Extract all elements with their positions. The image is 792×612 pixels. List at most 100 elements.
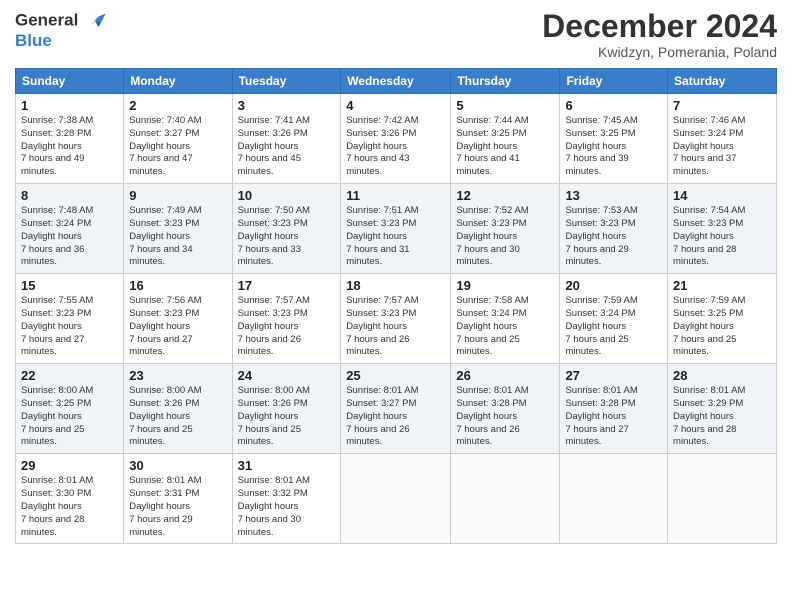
col-header-thursday: Thursday [451, 69, 560, 94]
day-cell: 16 Sunrise: 7:56 AM Sunset: 3:23 PM Dayl… [124, 274, 232, 364]
day-info: Sunrise: 8:01 AM Sunset: 3:29 PM Dayligh… [673, 385, 771, 449]
day-info: Sunrise: 7:57 AM Sunset: 3:23 PM Dayligh… [238, 295, 336, 359]
col-header-sunday: Sunday [16, 69, 124, 94]
day-number: 1 [21, 98, 118, 113]
day-cell: 4 Sunrise: 7:42 AM Sunset: 3:26 PM Dayli… [341, 94, 451, 184]
calendar-table: SundayMondayTuesdayWednesdayThursdayFrid… [15, 68, 777, 544]
logo: General Blue [15, 10, 107, 51]
week-row-5: 29 Sunrise: 8:01 AM Sunset: 3:30 PM Dayl… [16, 454, 777, 544]
day-cell: 2 Sunrise: 7:40 AM Sunset: 3:27 PM Dayli… [124, 94, 232, 184]
day-cell: 26 Sunrise: 8:01 AM Sunset: 3:28 PM Dayl… [451, 364, 560, 454]
day-number: 20 [565, 278, 662, 293]
day-info: Sunrise: 7:44 AM Sunset: 3:25 PM Dayligh… [456, 115, 554, 179]
logo-line2: Blue [15, 32, 107, 51]
day-cell: 20 Sunrise: 7:59 AM Sunset: 3:24 PM Dayl… [560, 274, 668, 364]
day-cell: 21 Sunrise: 7:59 AM Sunset: 3:25 PM Dayl… [668, 274, 777, 364]
day-number: 10 [238, 188, 336, 203]
day-number: 9 [129, 188, 226, 203]
header-row: SundayMondayTuesdayWednesdayThursdayFrid… [16, 69, 777, 94]
day-number: 7 [673, 98, 771, 113]
day-number: 22 [21, 368, 118, 383]
day-info: Sunrise: 8:01 AM Sunset: 3:31 PM Dayligh… [129, 475, 226, 539]
day-info: Sunrise: 8:00 AM Sunset: 3:25 PM Dayligh… [21, 385, 118, 449]
day-cell: 11 Sunrise: 7:51 AM Sunset: 3:23 PM Dayl… [341, 184, 451, 274]
day-cell: 27 Sunrise: 8:01 AM Sunset: 3:28 PM Dayl… [560, 364, 668, 454]
day-cell: 24 Sunrise: 8:00 AM Sunset: 3:26 PM Dayl… [232, 364, 341, 454]
logo-line1: General [15, 10, 107, 32]
day-cell: 5 Sunrise: 7:44 AM Sunset: 3:25 PM Dayli… [451, 94, 560, 184]
day-number: 25 [346, 368, 445, 383]
day-cell: 17 Sunrise: 7:57 AM Sunset: 3:23 PM Dayl… [232, 274, 341, 364]
day-number: 18 [346, 278, 445, 293]
day-number: 11 [346, 188, 445, 203]
day-cell: 12 Sunrise: 7:52 AM Sunset: 3:23 PM Dayl… [451, 184, 560, 274]
day-info: Sunrise: 7:51 AM Sunset: 3:23 PM Dayligh… [346, 205, 445, 269]
day-info: Sunrise: 7:59 AM Sunset: 3:24 PM Dayligh… [565, 295, 662, 359]
day-cell [451, 454, 560, 544]
day-number: 23 [129, 368, 226, 383]
day-info: Sunrise: 7:53 AM Sunset: 3:23 PM Dayligh… [565, 205, 662, 269]
col-header-tuesday: Tuesday [232, 69, 341, 94]
day-info: Sunrise: 7:59 AM Sunset: 3:25 PM Dayligh… [673, 295, 771, 359]
day-cell: 6 Sunrise: 7:45 AM Sunset: 3:25 PM Dayli… [560, 94, 668, 184]
day-number: 5 [456, 98, 554, 113]
day-info: Sunrise: 7:46 AM Sunset: 3:24 PM Dayligh… [673, 115, 771, 179]
day-number: 24 [238, 368, 336, 383]
day-cell: 18 Sunrise: 7:57 AM Sunset: 3:23 PM Dayl… [341, 274, 451, 364]
day-info: Sunrise: 8:01 AM Sunset: 3:28 PM Dayligh… [565, 385, 662, 449]
day-info: Sunrise: 7:55 AM Sunset: 3:23 PM Dayligh… [21, 295, 118, 359]
day-info: Sunrise: 7:54 AM Sunset: 3:23 PM Dayligh… [673, 205, 771, 269]
day-info: Sunrise: 8:01 AM Sunset: 3:30 PM Dayligh… [21, 475, 118, 539]
day-number: 2 [129, 98, 226, 113]
col-header-monday: Monday [124, 69, 232, 94]
day-number: 17 [238, 278, 336, 293]
day-info: Sunrise: 7:38 AM Sunset: 3:28 PM Dayligh… [21, 115, 118, 179]
day-cell: 9 Sunrise: 7:49 AM Sunset: 3:23 PM Dayli… [124, 184, 232, 274]
day-info: Sunrise: 8:01 AM Sunset: 3:28 PM Dayligh… [456, 385, 554, 449]
day-number: 28 [673, 368, 771, 383]
day-number: 26 [456, 368, 554, 383]
day-number: 3 [238, 98, 336, 113]
week-row-2: 8 Sunrise: 7:48 AM Sunset: 3:24 PM Dayli… [16, 184, 777, 274]
week-row-1: 1 Sunrise: 7:38 AM Sunset: 3:28 PM Dayli… [16, 94, 777, 184]
day-cell: 19 Sunrise: 7:58 AM Sunset: 3:24 PM Dayl… [451, 274, 560, 364]
day-cell: 28 Sunrise: 8:01 AM Sunset: 3:29 PM Dayl… [668, 364, 777, 454]
day-info: Sunrise: 7:52 AM Sunset: 3:23 PM Dayligh… [456, 205, 554, 269]
day-number: 4 [346, 98, 445, 113]
day-cell: 1 Sunrise: 7:38 AM Sunset: 3:28 PM Dayli… [16, 94, 124, 184]
day-cell [560, 454, 668, 544]
day-cell: 15 Sunrise: 7:55 AM Sunset: 3:23 PM Dayl… [16, 274, 124, 364]
col-header-friday: Friday [560, 69, 668, 94]
header: General Blue December 2024 Kwidzyn, Pome… [15, 10, 777, 60]
day-info: Sunrise: 7:58 AM Sunset: 3:24 PM Dayligh… [456, 295, 554, 359]
day-number: 19 [456, 278, 554, 293]
day-number: 27 [565, 368, 662, 383]
day-cell: 29 Sunrise: 8:01 AM Sunset: 3:30 PM Dayl… [16, 454, 124, 544]
logo-bird-icon [85, 10, 107, 32]
subtitle: Kwidzyn, Pomerania, Poland [542, 44, 777, 60]
col-header-saturday: Saturday [668, 69, 777, 94]
day-cell: 14 Sunrise: 7:54 AM Sunset: 3:23 PM Dayl… [668, 184, 777, 274]
day-info: Sunrise: 8:01 AM Sunset: 3:27 PM Dayligh… [346, 385, 445, 449]
day-number: 16 [129, 278, 226, 293]
day-number: 14 [673, 188, 771, 203]
day-info: Sunrise: 8:00 AM Sunset: 3:26 PM Dayligh… [238, 385, 336, 449]
day-cell: 30 Sunrise: 8:01 AM Sunset: 3:31 PM Dayl… [124, 454, 232, 544]
day-info: Sunrise: 8:01 AM Sunset: 3:32 PM Dayligh… [238, 475, 336, 539]
day-cell [341, 454, 451, 544]
day-number: 29 [21, 458, 118, 473]
day-number: 15 [21, 278, 118, 293]
day-cell [668, 454, 777, 544]
day-number: 31 [238, 458, 336, 473]
day-info: Sunrise: 7:42 AM Sunset: 3:26 PM Dayligh… [346, 115, 445, 179]
day-number: 6 [565, 98, 662, 113]
day-info: Sunrise: 7:40 AM Sunset: 3:27 PM Dayligh… [129, 115, 226, 179]
day-cell: 23 Sunrise: 8:00 AM Sunset: 3:26 PM Dayl… [124, 364, 232, 454]
day-info: Sunrise: 7:41 AM Sunset: 3:26 PM Dayligh… [238, 115, 336, 179]
day-cell: 8 Sunrise: 7:48 AM Sunset: 3:24 PM Dayli… [16, 184, 124, 274]
day-number: 30 [129, 458, 226, 473]
day-info: Sunrise: 7:49 AM Sunset: 3:23 PM Dayligh… [129, 205, 226, 269]
day-cell: 10 Sunrise: 7:50 AM Sunset: 3:23 PM Dayl… [232, 184, 341, 274]
week-row-3: 15 Sunrise: 7:55 AM Sunset: 3:23 PM Dayl… [16, 274, 777, 364]
day-info: Sunrise: 7:45 AM Sunset: 3:25 PM Dayligh… [565, 115, 662, 179]
